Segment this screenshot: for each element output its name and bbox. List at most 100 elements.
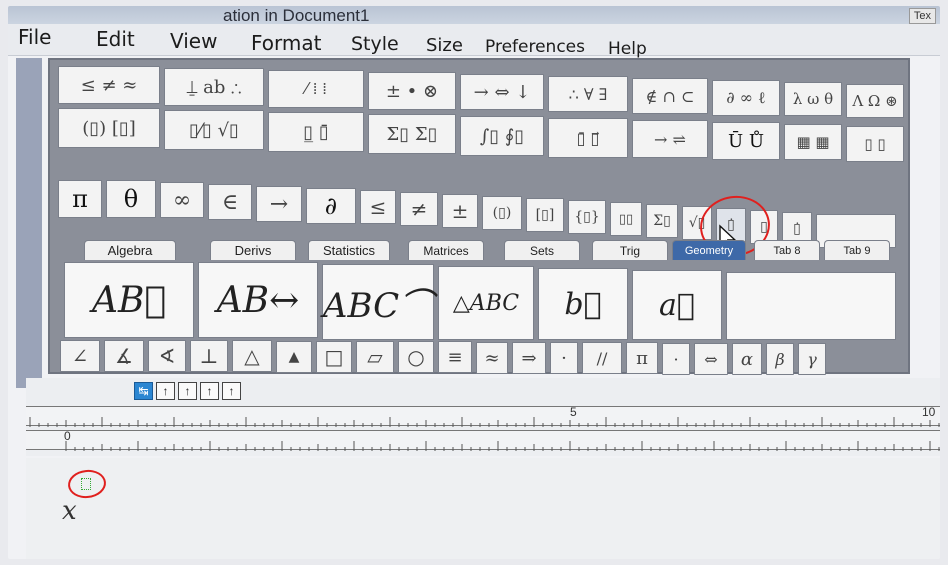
screen: ation in Document1 Tex File Edit View Fo… [8,6,940,559]
infinity-button[interactable]: ∞ [160,182,204,218]
fence-templates-button[interactable]: (▯) [▯] [58,108,160,148]
menu-bar: File Edit View Format Style Size Prefere… [8,24,940,59]
tab-statistics[interactable]: Statistics [308,240,390,260]
partial-button[interactable]: ∂ [306,188,356,224]
neq-button[interactable]: ≠ [400,192,438,226]
implies-symbol-button[interactable]: ⇒ [512,342,546,374]
fraction-template-button[interactable]: ▯▯ [610,202,642,236]
integral-templates-button[interactable]: ∫▯ ∮▯ [460,116,544,156]
vector-a-template[interactable]: a⃗ [632,270,722,340]
tab-matrices[interactable]: Matrices [408,240,484,260]
equation-variable: x [62,496,77,526]
plus-minus-button[interactable]: ± [442,194,478,228]
brackets-template-button[interactable]: [▯] [526,198,564,232]
filled-triangle-symbol-button[interactable]: ▲ [276,341,312,373]
parallel-symbol-button[interactable]: // [582,342,622,374]
parentheses-template-button[interactable]: (▯) [482,196,522,230]
relational-tab-stop-icon[interactable]: ↑ [200,382,219,400]
relations-palette-button[interactable]: ≤ ≠ ≈ [58,66,160,104]
equation-document[interactable]: x [26,458,940,559]
greek-upper-palette-button[interactable]: Λ Ω ⊛ [846,84,904,118]
approx-symbol-button[interactable]: ≈ [476,342,508,374]
summation-templates-button[interactable]: Σ▯ Σ▯ [368,114,456,154]
menu-file[interactable]: File [18,25,51,49]
subscript-superscript-templates-button[interactable]: ▯̲ ▯̄ [268,112,364,152]
products-templates-button[interactable]: Ū Ů [712,122,780,160]
window-frame-left [16,58,42,388]
ruler-top[interactable]: 5 10 [26,405,940,427]
gamma-symbol-button[interactable]: γ [798,343,826,375]
labeled-arrow-templates-button[interactable]: → ⇌ [632,120,708,158]
equation-palette: ≤ ≠ ≈ ⍊ ab ∴ ⁄ ⁞ ⁞ ± • ⊗ → ⇔ ↓ ∴ ∀ ∃ ∉ ∩… [48,58,910,375]
box-templates-button[interactable]: ▯ ▯ [846,126,904,162]
ruler-top-mark-5: 5 [570,405,577,419]
measured-angle-symbol-button[interactable]: ∡ [104,340,144,372]
superscript-empty-slot[interactable] [81,478,91,490]
ruler-area: ↹ ↑ ↑ ↑ ↑ 5 10 0 [26,378,940,456]
ruler-bottom-mark-0: 0 [64,429,71,443]
tab-9[interactable]: Tab 9 [824,240,890,260]
logic-palette-button[interactable]: ∴ ∀ ∃ [548,76,628,112]
element-of-button[interactable]: ∈ [208,184,252,220]
dot-symbol-button[interactable]: · [550,342,578,374]
tab-sets[interactable]: Sets [504,240,580,260]
parallelogram-symbol-button[interactable]: ▱ [356,341,394,373]
tab-derivs[interactable]: Derivs [210,240,296,260]
triangle-abc-template[interactable]: △ABC [438,266,534,340]
menu-format[interactable]: Format [251,31,321,55]
fraction-radical-templates-button[interactable]: ▯⁄▯ √▯ [164,110,264,150]
tab-8[interactable]: Tab 8 [754,240,820,260]
triangle-symbol-button[interactable]: △ [232,340,272,372]
ruler-bottom[interactable]: 0 [26,429,940,451]
square-symbol-button[interactable]: □ [316,341,352,373]
tab-geometry[interactable]: Geometry [672,240,746,260]
braces-template-button[interactable]: {▯} [568,200,606,234]
arrows-palette-button[interactable]: → ⇔ ↓ [460,74,544,110]
line-ab-template[interactable]: AB↔ [198,262,318,338]
leq-button[interactable]: ≤ [360,190,396,224]
overbar-underbar-templates-button[interactable]: ▯̄ ▯⃗ [548,118,628,158]
ruler-top-mark-10: 10 [922,405,936,419]
congruent-symbol-button[interactable]: ≡ [438,341,472,373]
embellishments-palette-button[interactable]: ⁄ ⁞ ⁞ [268,70,364,108]
pi-symbol-button[interactable]: π [626,342,658,374]
circle-symbol-button[interactable]: ○ [398,341,434,373]
tab-trig[interactable]: Trig [592,240,668,260]
iff-symbol-button[interactable]: ⇔ [694,343,728,375]
ruler-bottom-ticks [65,441,940,451]
menu-view[interactable]: View [170,29,217,53]
arrow-button[interactable]: → [256,186,302,222]
decimal-tab-stop-icon[interactable]: ↑ [222,382,241,400]
menu-preferences[interactable]: Preferences [485,37,585,57]
arc-abc-template[interactable]: ABC⌒ [322,264,434,340]
menu-help[interactable]: Help [608,39,647,59]
vector-b-template[interactable]: b⃗ [538,268,628,340]
theta-button[interactable]: θ [106,180,156,218]
spaces-ellipses-palette-button[interactable]: ⍊ ab ∴ [164,68,264,106]
set-theory-palette-button[interactable]: ∉ ∩ ⊂ [632,78,708,114]
menu-style[interactable]: Style [351,33,399,55]
beta-symbol-button[interactable]: β [766,343,794,375]
menu-edit[interactable]: Edit [96,27,135,51]
greek-lower-palette-button[interactable]: λ ω θ [784,82,842,116]
left-tab-stop-icon[interactable]: ↹ [134,382,153,400]
spherical-angle-symbol-button[interactable]: ∢ [148,340,186,372]
center-tab-stop-icon[interactable]: ↑ [156,382,175,400]
misc-symbols-palette-button[interactable]: ∂ ∞ ℓ [712,80,780,116]
perpendicular-symbol-button[interactable]: ⊥ [190,340,228,372]
menu-size[interactable]: Size [426,35,463,56]
tab-algebra[interactable]: Algebra [84,240,176,260]
angle-symbol-button[interactable]: ∠ [60,340,100,372]
operators-palette-button[interactable]: ± • ⊗ [368,72,456,110]
summation-template-button[interactable]: Σ▯ [646,204,678,238]
geometry-symbol-row: ∠ ∡ ∢ ⊥ △ ▲ □ ▱ ○ ≡ ≈ ⇒ · // π · ⇔ α β γ [60,340,890,375]
alpha-symbol-button[interactable]: α [732,343,762,375]
vector-ab-template[interactable]: AB⃗ [64,262,194,338]
pi-button[interactable]: π [58,180,102,218]
right-tab-stop-icon[interactable]: ↑ [178,382,197,400]
radical-template-button[interactable]: √▯ [682,206,712,240]
matrix-templates-button[interactable]: ▦ ▦ [784,124,842,160]
ruler-top-ticks [29,417,940,427]
subscript-template-button[interactable]: ▯ [750,210,778,244]
dot-small-symbol-button[interactable]: · [662,343,690,375]
